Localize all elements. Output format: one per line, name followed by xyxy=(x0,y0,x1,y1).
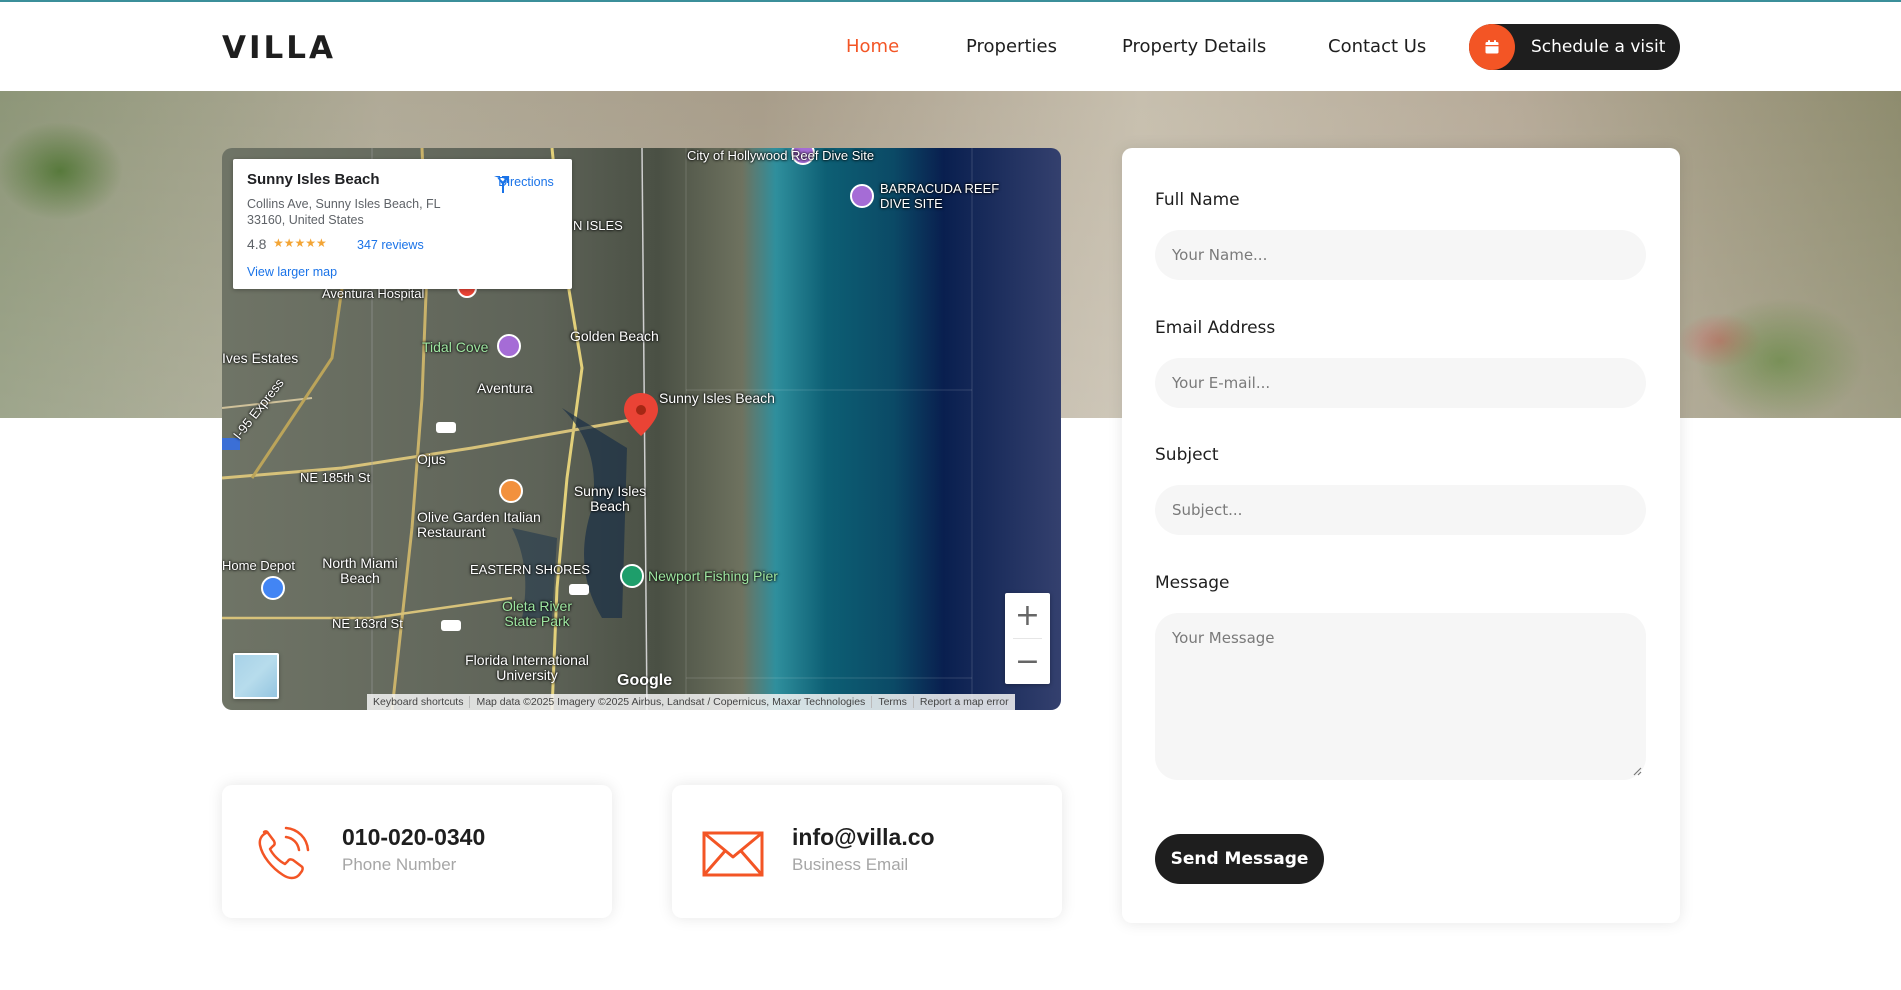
map-pin-sunny-isles xyxy=(624,393,658,436)
map-label-tidal-cove: Tidal Cove xyxy=(422,339,489,355)
report-map-error-link[interactable]: Report a map error xyxy=(914,696,1015,708)
map-label-sunny-isles-beach: Sunny Isles Beach xyxy=(573,483,647,514)
message-textarea[interactable]: Your Message xyxy=(1155,613,1646,780)
map-attribution: Keyboard shortcuts Map data ©2025 Imager… xyxy=(367,694,1015,710)
terms-link[interactable]: Terms xyxy=(872,696,914,708)
map-label-home-depot: Home Depot xyxy=(222,558,295,573)
google-map[interactable]: City of Hollywood Reef Dive Site BARRACU… xyxy=(222,148,1061,710)
message-label: Message xyxy=(1155,573,1230,593)
email-address-label: Email Address xyxy=(1155,318,1276,338)
phone-icon xyxy=(258,826,310,880)
map-label-fiu: Florida International University xyxy=(465,652,589,683)
map-info-card: Sunny Isles Beach Collins Ave, Sunny Isl… xyxy=(233,159,572,289)
resize-handle-icon[interactable] xyxy=(1632,766,1642,776)
full-name-input[interactable]: Your Name... xyxy=(1155,230,1646,280)
view-larger-map-link[interactable]: View larger map xyxy=(247,265,337,279)
map-label-reef: City of Hollywood Reef Dive Site xyxy=(687,148,875,163)
google-logo: Google xyxy=(617,672,673,689)
map-label-golden-beach: Golden Beach xyxy=(570,328,659,344)
nav-contact-us[interactable]: Contact Us xyxy=(1328,36,1426,57)
map-label-sunny-isles-pin: Sunny Isles Beach xyxy=(659,390,775,406)
map-label-ne185: NE 185th St xyxy=(300,470,371,485)
site-logo[interactable]: VILLA xyxy=(222,30,336,66)
nav-home[interactable]: Home xyxy=(846,36,899,57)
phone-number-label: Phone Number xyxy=(342,855,457,874)
map-layer-toggle[interactable] xyxy=(233,653,279,699)
full-name-label: Full Name xyxy=(1155,190,1240,210)
map-label-ives-estates: Ives Estates xyxy=(222,350,299,366)
envelope-icon xyxy=(702,831,764,877)
map-place-title: Sunny Isles Beach xyxy=(247,171,380,188)
send-message-button[interactable]: Send Message xyxy=(1155,834,1324,884)
email-value[interactable]: info@villa.co xyxy=(792,824,935,851)
map-label-n-isles: N ISLES xyxy=(573,218,623,233)
contact-form: Full Name Your Name... Email Address You… xyxy=(1122,148,1680,923)
zoom-out-button[interactable]: − xyxy=(1005,639,1050,684)
keyboard-shortcuts-link[interactable]: Keyboard shortcuts xyxy=(367,696,471,708)
site-header: VILLA Home Properties Property Details C… xyxy=(0,2,1901,91)
map-rating-value: 4.8 xyxy=(247,236,267,252)
subject-input[interactable]: Subject... xyxy=(1155,485,1646,535)
directions-icon xyxy=(494,176,509,193)
map-label-ne163: NE 163rd St xyxy=(332,616,403,631)
map-label-eastern-shores: EASTERN SHORES xyxy=(470,562,590,577)
map-zoom-controls: + − xyxy=(1005,593,1050,684)
email-card: info@villa.co Business Email xyxy=(672,785,1062,918)
calendar-icon xyxy=(1469,24,1515,70)
map-label-olive-garden: Olive Garden Italian Restaurant xyxy=(417,509,541,540)
map-label-aventura: Aventura xyxy=(477,380,533,396)
nav-properties[interactable]: Properties xyxy=(966,36,1057,57)
map-rating-stars: ★★★★★ xyxy=(273,236,327,250)
directions-button[interactable]: Directions xyxy=(491,173,561,193)
map-data-text: Map data ©2025 Imagery ©2025 Airbus, Lan… xyxy=(470,696,873,708)
zoom-in-button[interactable]: + xyxy=(1005,593,1050,638)
map-label-barracuda: BARRACUDA REEF DIVE SITE xyxy=(880,181,1000,211)
map-label-north-miami-beach: North Miami Beach xyxy=(322,555,398,586)
nav-property-details[interactable]: Property Details xyxy=(1122,36,1266,57)
map-reviews-link[interactable]: 347 reviews xyxy=(357,238,424,252)
map-label-oleta: Oleta River State Park xyxy=(501,598,573,629)
message-placeholder: Your Message xyxy=(1172,629,1275,647)
subject-label: Subject xyxy=(1155,445,1219,465)
schedule-visit-label: Schedule a visit xyxy=(1531,37,1666,57)
map-place-address: Collins Ave, Sunny Isles Beach, FL 33160… xyxy=(247,197,441,227)
phone-card: 010-020-0340 Phone Number xyxy=(222,785,612,918)
map-label-newport: Newport Fishing Pier xyxy=(648,568,778,584)
phone-number-value[interactable]: 010-020-0340 xyxy=(342,824,485,851)
schedule-visit-button[interactable]: Schedule a visit xyxy=(1469,24,1680,70)
email-label: Business Email xyxy=(792,855,909,874)
map-label-ojus: Ojus xyxy=(417,451,446,467)
email-input[interactable]: Your E-mail... xyxy=(1155,358,1646,408)
